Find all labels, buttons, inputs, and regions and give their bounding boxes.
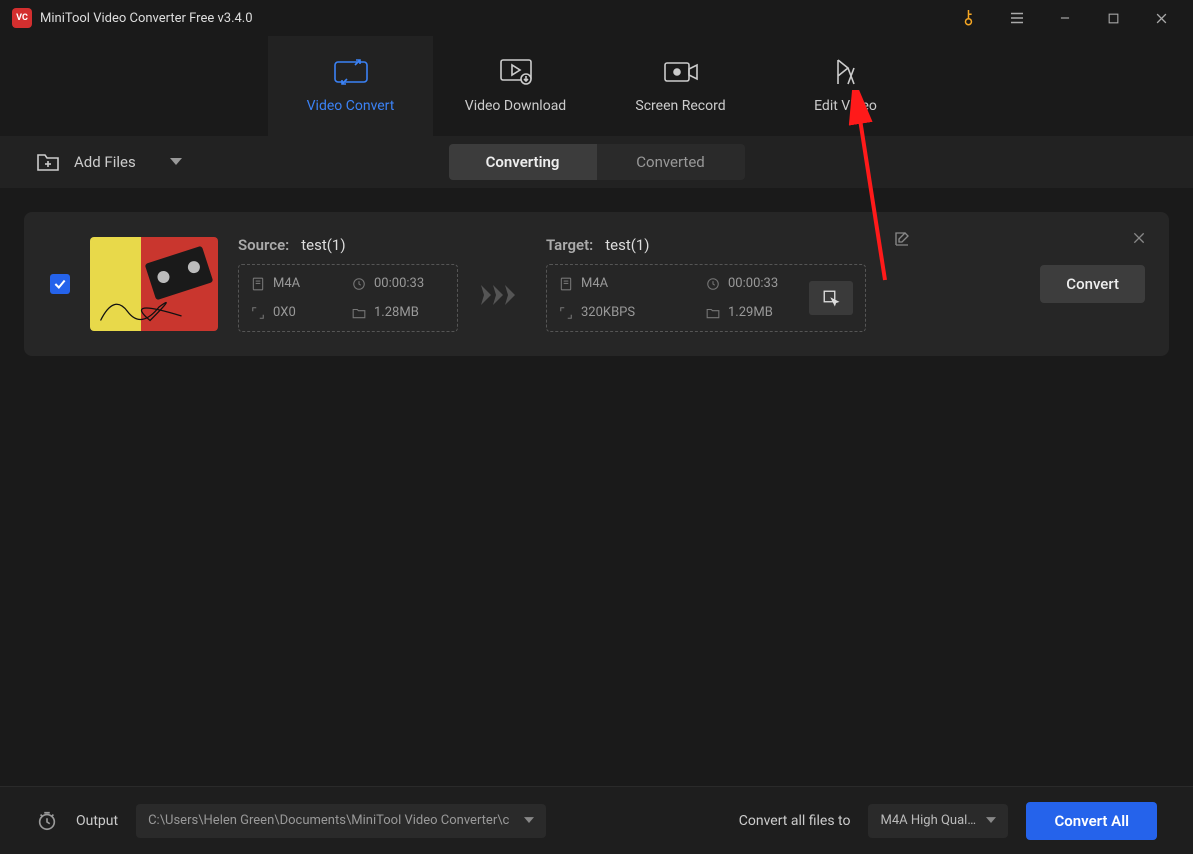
folder-icon: [352, 306, 366, 320]
file-icon: [559, 277, 573, 291]
upgrade-key-icon[interactable]: [949, 0, 989, 36]
file-card: Source: test(1) M4A 00:00:33 0X0: [24, 212, 1169, 356]
minimize-button[interactable]: [1045, 0, 1085, 36]
content-area: Source: test(1) M4A 00:00:33 0X0: [0, 188, 1193, 786]
filter-tabs: Converting Converted: [449, 144, 745, 180]
clock-icon: [352, 277, 366, 291]
target-label: Target:: [546, 236, 593, 254]
target-format: M4A: [559, 276, 698, 291]
source-size: 1.28MB: [352, 305, 445, 320]
footer: Output C:\Users\Helen Green\Documents\Mi…: [0, 786, 1193, 854]
tab-label: Edit Video: [814, 98, 877, 114]
target-format-select[interactable]: M4A High Quality: [868, 804, 1008, 838]
add-files-button[interactable]: Add Files: [36, 151, 182, 173]
source-format: M4A: [251, 276, 344, 291]
toolbar: Add Files Converting Converted: [0, 136, 1193, 188]
titlebar: VC MiniTool Video Converter Free v3.4.0: [0, 0, 1193, 36]
target-panel: Target: test(1) M4A 00:00:33 32: [546, 236, 866, 332]
tab-label: Video Convert: [307, 98, 395, 114]
source-panel: Source: test(1) M4A 00:00:33 0X0: [238, 236, 458, 332]
maximize-button[interactable]: [1093, 0, 1133, 36]
edit-target-button[interactable]: [893, 230, 911, 252]
convert-all-button[interactable]: Convert All: [1026, 802, 1157, 840]
target-spec-box: M4A 00:00:33 320KBPS 1.29MB: [546, 264, 866, 332]
source-duration: 00:00:33: [352, 276, 445, 291]
settings-cursor-icon: [822, 289, 840, 307]
add-files-label: Add Files: [74, 153, 136, 171]
source-label: Source:: [238, 236, 289, 254]
app-icon: VC: [12, 8, 32, 28]
add-folder-icon: [36, 151, 60, 173]
close-button[interactable]: [1141, 0, 1181, 36]
source-spec-box: M4A 00:00:33 0X0 1.28MB: [238, 264, 458, 332]
target-settings-button[interactable]: [809, 281, 853, 315]
source-filename: test(1): [301, 236, 345, 254]
filter-tab-converted[interactable]: Converted: [597, 144, 745, 180]
clock-icon: [706, 277, 720, 291]
timer-icon[interactable]: [36, 810, 58, 832]
tab-edit-video[interactable]: Edit Video: [763, 36, 928, 136]
target-bitrate: 320KBPS: [559, 305, 698, 320]
folder-icon: [706, 306, 720, 320]
tab-label: Screen Record: [635, 98, 725, 114]
output-path-text: C:\Users\Helen Green\Documents\MiniTool …: [148, 813, 516, 828]
source-resolution: 0X0: [251, 305, 344, 320]
chevron-down-icon: [170, 158, 182, 166]
chevron-down-icon: [524, 817, 534, 824]
output-label: Output: [76, 813, 118, 829]
menu-icon[interactable]: [997, 0, 1037, 36]
output-path-select[interactable]: C:\Users\Helen Green\Documents\MiniTool …: [136, 804, 546, 838]
target-filename: test(1): [605, 236, 649, 254]
file-icon: [251, 277, 265, 291]
filter-tab-converting[interactable]: Converting: [449, 144, 597, 180]
expand-icon: [559, 306, 573, 320]
chevron-down-icon: [986, 817, 996, 824]
direction-arrows-icon: [478, 285, 526, 305]
tab-screen-record[interactable]: Screen Record: [598, 36, 763, 136]
tab-video-download[interactable]: Video Download: [433, 36, 598, 136]
app-title: MiniTool Video Converter Free v3.4.0: [40, 11, 941, 26]
tab-label: Video Download: [465, 98, 566, 114]
file-thumbnail: [90, 237, 218, 331]
convert-all-files-label: Convert all files to: [739, 813, 851, 829]
file-checkbox[interactable]: [50, 274, 70, 294]
remove-file-button[interactable]: [1131, 230, 1147, 250]
format-value: M4A High Quality: [880, 813, 978, 828]
tab-video-convert[interactable]: Video Convert: [268, 36, 433, 136]
expand-icon: [251, 306, 265, 320]
main-tabs: Video Convert Video Download Screen Reco…: [0, 36, 1193, 136]
convert-button[interactable]: Convert: [1040, 265, 1145, 303]
